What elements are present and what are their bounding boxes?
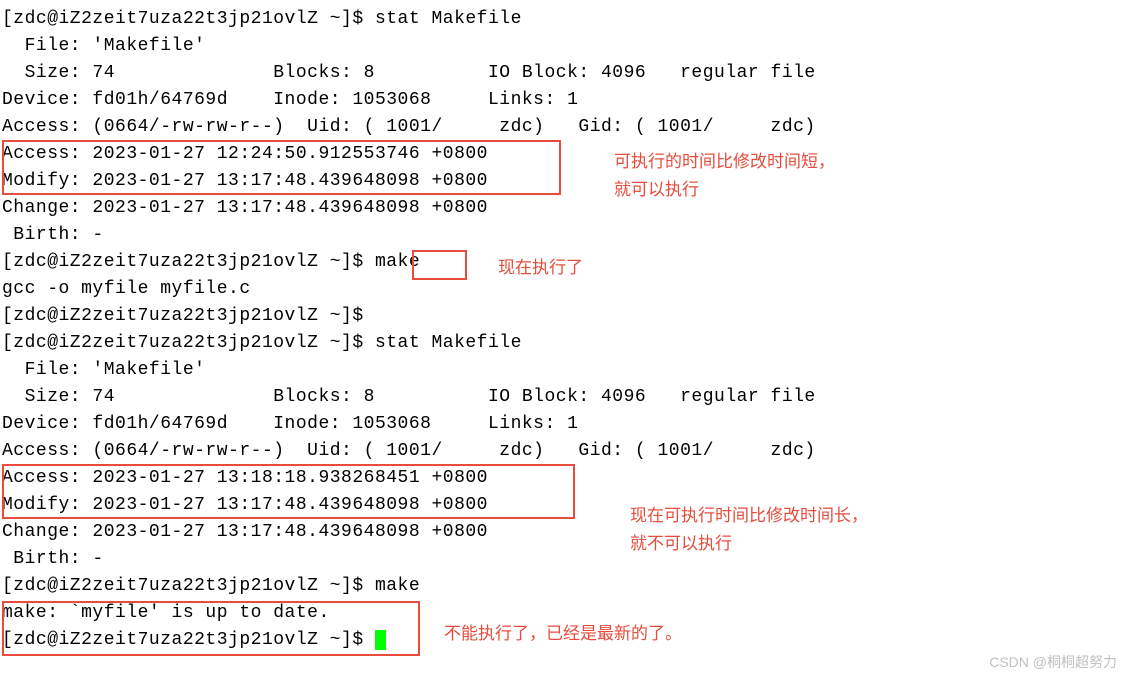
- annotation-note-2: 现在执行了: [498, 254, 583, 281]
- annotation-note-3a: 现在可执行时间比修改时间长，: [630, 502, 868, 529]
- terminal-line: Device: fd01h/64769d Inode: 1053068 Link…: [2, 87, 1123, 114]
- terminal-line: Access: 2023-01-27 13:18:18.938268451 +0…: [2, 465, 1123, 492]
- terminal-line: Birth: -: [2, 546, 1123, 573]
- terminal-line: File: 'Makefile': [2, 357, 1123, 384]
- terminal-line: [zdc@iZ2zeit7uza22t3jp21ovlZ ~]$ stat Ma…: [2, 330, 1123, 357]
- terminal-line: Size: 74 Blocks: 8 IO Block: 4096 regula…: [2, 384, 1123, 411]
- terminal-line: Birth: -: [2, 222, 1123, 249]
- terminal-line: Modify: 2023-01-27 13:17:48.439648098 +0…: [2, 168, 1123, 195]
- terminal-line: [zdc@iZ2zeit7uza22t3jp21ovlZ ~]$ stat Ma…: [2, 6, 1123, 33]
- terminal-line: Device: fd01h/64769d Inode: 1053068 Link…: [2, 411, 1123, 438]
- terminal-line: Access: (0664/-rw-rw-r--) Uid: ( 1001/ z…: [2, 438, 1123, 465]
- annotation-note-4: 不能执行了，已经是最新的了。: [444, 620, 682, 647]
- terminal-line: [zdc@iZ2zeit7uza22t3jp21ovlZ ~]$: [2, 303, 1123, 330]
- annotation-note-1b: 就可以执行: [614, 176, 699, 203]
- terminal-line: File: 'Makefile': [2, 33, 1123, 60]
- watermark: CSDN @桐桐超努力: [989, 649, 1117, 676]
- terminal-line: Access: 2023-01-27 12:24:50.912553746 +0…: [2, 141, 1123, 168]
- annotation-note-3b: 就不可以执行: [630, 530, 732, 557]
- terminal-output: [zdc@iZ2zeit7uza22t3jp21ovlZ ~]$ stat Ma…: [2, 6, 1123, 654]
- terminal-line: Access: (0664/-rw-rw-r--) Uid: ( 1001/ z…: [2, 114, 1123, 141]
- terminal-line: Size: 74 Blocks: 8 IO Block: 4096 regula…: [2, 60, 1123, 87]
- annotation-note-1a: 可执行的时间比修改时间短，: [614, 148, 835, 175]
- terminal-line: Change: 2023-01-27 13:17:48.439648098 +0…: [2, 519, 1123, 546]
- terminal-line: [zdc@iZ2zeit7uza22t3jp21ovlZ ~]$ make: [2, 573, 1123, 600]
- cursor-icon: [375, 630, 386, 650]
- terminal-line: Modify: 2023-01-27 13:17:48.439648098 +0…: [2, 492, 1123, 519]
- terminal-line: Change: 2023-01-27 13:17:48.439648098 +0…: [2, 195, 1123, 222]
